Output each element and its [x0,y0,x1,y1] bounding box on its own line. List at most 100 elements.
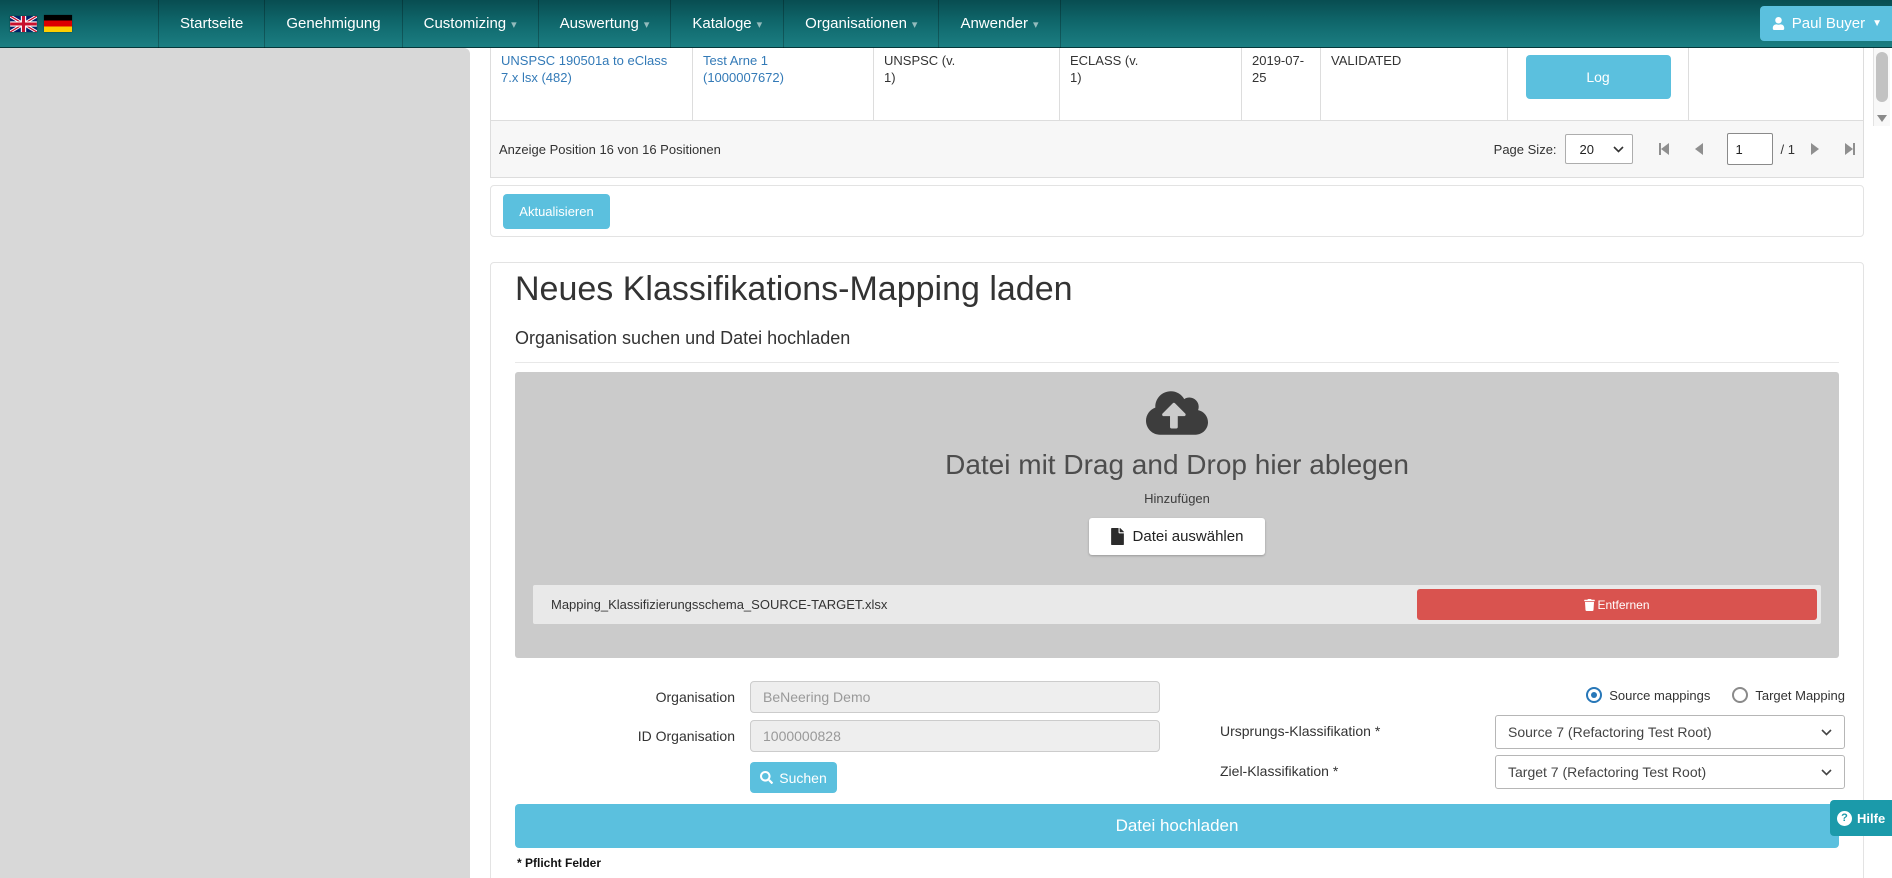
chevron-down-icon [1821,769,1832,776]
caret-down-icon: ▾ [1033,19,1039,31]
organisation-label: Organisation [515,689,735,705]
nav-item-customizing[interactable]: Customizing ▾ [403,0,539,48]
question-circle-icon: ? [1837,811,1852,826]
organisation-link[interactable]: Test Arne 1 (1000007672) [703,52,833,86]
caret-down-icon: ▼ [1872,18,1882,29]
table-footer: Anzeige Position 16 von 16 Positionen Pa… [491,120,1863,177]
trash-icon [1584,599,1595,611]
mappings-table: UNSPSC 190501a to eClass 7.x lsx (482) T… [490,48,1864,178]
help-label: Hilfe [1857,811,1885,826]
search-label: Suchen [779,770,826,786]
refresh-panel: Aktualisieren [490,185,1864,237]
pagination: Page Size: 20 / 1 [1494,133,1855,165]
cloud-upload-icon [1146,388,1208,438]
radio-target-mapping[interactable]: Target Mapping [1732,687,1845,703]
next-page-icon[interactable] [1811,143,1819,155]
nav-item-auswertung[interactable]: Auswertung▾ [539,0,672,48]
cell-source-schema: UNSPSC (v. 1) [873,48,1059,120]
prev-page-icon[interactable] [1695,143,1703,155]
cell-date: 2019-07-25 [1241,48,1320,120]
page-root: Startseite Genehmigung Customizing ▾ Ausw… [0,0,1892,878]
nav-item-genehmigung[interactable]: Genehmigung [265,0,402,48]
dropzone-text: Datei mit Drag and Drop hier ablegen [515,449,1839,481]
cell-target-schema: ECLASS (v. 1) [1059,48,1241,120]
source-schema-text: UNSPSC (v. 1) [884,52,966,86]
nav-label: Organisationen [805,15,907,32]
log-button[interactable]: Log [1526,55,1671,99]
org-id-label: ID Organisation [515,728,735,744]
chevron-down-icon [1821,729,1832,736]
scroll-down-icon[interactable] [1877,115,1887,122]
user-menu-button[interactable]: Paul Buyer ▼ [1760,6,1892,41]
nav-label: Auswertung [560,15,639,32]
divider [515,362,1839,363]
table-scrollbar [1873,48,1890,126]
nav-item-kataloge[interactable]: Kataloge ▾ [671,0,784,48]
search-button[interactable]: Suchen [750,762,837,793]
choose-file-button[interactable]: Datei auswählen [1089,518,1266,555]
page-size-label: Page Size: [1494,142,1557,157]
mapping-file-link[interactable]: UNSPSC 190501a to eClass 7.x lsx (482) [501,52,682,86]
page-title: Neues Klassifikations-Mapping laden [515,270,1073,309]
user-icon [1772,17,1785,30]
cell-empty [1688,48,1863,120]
source-classification-select[interactable]: Source 7 (Refactoring Test Root) [1495,715,1845,749]
file-name: Mapping_Klassifizierungsschema_SOURCE-TA… [551,597,887,612]
nav-label: Startseite [180,15,243,32]
cell-organisation: Test Arne 1 (1000007672) [692,48,873,120]
page-size-select[interactable]: 20 [1565,134,1633,164]
caret-down-icon: ▾ [511,19,517,31]
refresh-button[interactable]: Aktualisieren [503,194,610,229]
source-classification-label: Ursprungs-Klassifikation * [1220,723,1380,739]
total-pages-text: / 1 [1781,142,1795,157]
last-page-icon[interactable] [1845,143,1855,155]
organisation-field[interactable] [750,681,1160,713]
nav-label: Customizing [424,15,507,32]
chevron-down-icon [1613,146,1624,153]
radio-source-mappings[interactable]: Source mappings [1586,687,1710,703]
caret-down-icon: ▾ [757,19,763,31]
search-icon [760,771,773,784]
help-button[interactable]: ? Hilfe [1830,800,1892,836]
left-sidebar [0,48,470,878]
top-navbar: Startseite Genehmigung Customizing ▾ Ausw… [0,0,1892,48]
org-id-field[interactable] [750,720,1160,752]
target-schema-text: ECLASS (v. 1) [1070,52,1152,86]
target-classification-value: Target 7 (Refactoring Test Root) [1508,764,1706,780]
mapping-direction-radios: Source mappings Target Mapping [1400,687,1845,703]
nav-label: Genehmigung [286,15,380,32]
first-page-icon[interactable] [1659,143,1669,155]
caret-down-icon: ▾ [912,19,918,31]
date-text: 2019-07-25 [1252,53,1304,85]
choose-file-label: Datei auswählen [1133,528,1244,545]
source-classification-value: Source 7 (Refactoring Test Root) [1508,724,1712,740]
file-dropzone[interactable]: Datei mit Drag and Drop hier ablegen Hin… [515,372,1839,658]
nav-item-organisationen[interactable]: Organisationen ▾ [784,0,939,48]
nav-label: Anwender [960,15,1028,32]
scrollbar-thumb[interactable] [1876,52,1888,102]
upload-file-button[interactable]: Datei hochladen [515,804,1839,848]
radio-source-label: Source mappings [1609,688,1710,703]
cell-log: Log [1507,48,1688,120]
nav-label: Kataloge [692,15,751,32]
target-classification-select[interactable]: Target 7 (Refactoring Test Root) [1495,755,1845,789]
radio-selected-icon [1586,687,1602,703]
cell-status: VALIDATED [1320,48,1507,120]
remove-file-label: Entfernen [1597,598,1649,612]
nav-item-anwender[interactable]: Anwender ▾ [939,0,1060,48]
file-icon [1111,528,1124,545]
remove-file-button[interactable]: Entfernen [1417,589,1817,620]
page-size-value: 20 [1580,142,1594,157]
required-fields-note: * Pflicht Felder [517,856,601,870]
user-name: Paul Buyer [1792,15,1865,32]
page-number-input[interactable] [1727,133,1773,165]
table-row: UNSPSC 190501a to eClass 7.x lsx (482) T… [491,48,1863,120]
cell-mapping-file: UNSPSC 190501a to eClass 7.x lsx (482) [491,48,692,120]
uploaded-file-row: Mapping_Klassifizierungsschema_SOURCE-TA… [533,585,1821,624]
uk-flag-icon[interactable] [10,16,37,32]
nav-item-startseite[interactable]: Startseite [158,0,265,48]
main-nav: Startseite Genehmigung Customizing ▾ Ausw… [158,0,1061,48]
german-flag-icon[interactable] [44,15,72,32]
status-badge: VALIDATED [1331,53,1401,68]
dropzone-add-text: Hinzufügen [515,491,1839,506]
